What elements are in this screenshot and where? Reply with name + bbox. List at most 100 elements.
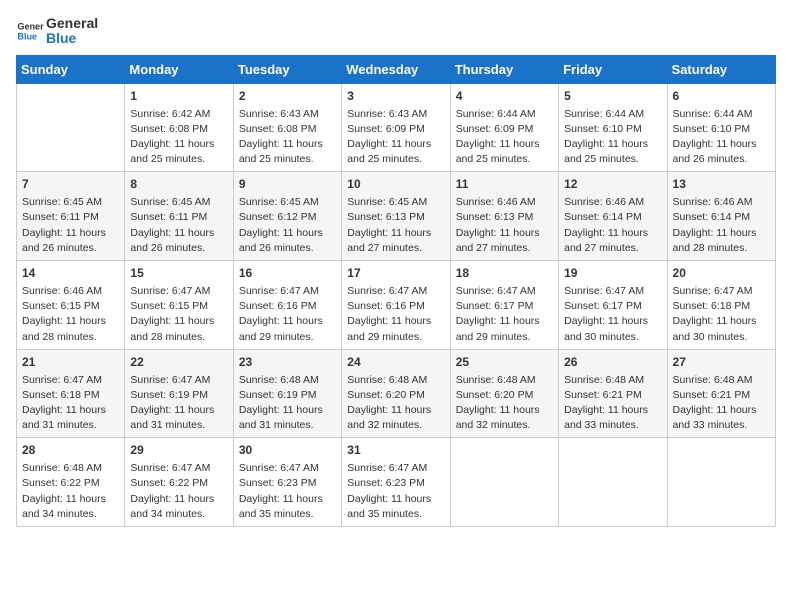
day-info: Sunrise: 6:46 AMSunset: 6:13 PMDaylight:… [456,195,553,256]
day-number: 19 [564,265,661,282]
day-number: 6 [673,88,770,105]
day-cell: 25 Sunrise: 6:48 AMSunset: 6:20 PMDayligh… [450,349,558,438]
day-info: Sunrise: 6:47 AMSunset: 6:16 PMDaylight:… [347,284,444,345]
day-number: 2 [239,88,336,105]
logo-icon: General Blue [16,17,44,45]
day-cell [450,438,558,527]
day-number: 30 [239,442,336,459]
svg-text:Blue: Blue [17,32,37,42]
day-cell [559,438,667,527]
day-info: Sunrise: 6:47 AMSunset: 6:15 PMDaylight:… [130,284,227,345]
day-info: Sunrise: 6:48 AMSunset: 6:20 PMDaylight:… [456,373,553,434]
day-cell: 29Sunrise: 6:47 AMSunset: 6:22 PMDayligh… [125,438,233,527]
day-cell: 8 Sunrise: 6:45 AMSunset: 6:11 PMDaylight… [125,172,233,261]
header-day-sunday: Sunday [17,55,125,83]
day-cell: 17 Sunrise: 6:47 AMSunset: 6:16 PMDayligh… [342,261,450,350]
day-cell: 13Sunrise: 6:46 AMSunset: 6:14 PMDayligh… [667,172,775,261]
day-cell [667,438,775,527]
day-number: 4 [456,88,553,105]
day-cell: 20 Sunrise: 6:47 AMSunset: 6:18 PMDayligh… [667,261,775,350]
day-number: 21 [22,354,119,371]
day-number: 7 [22,176,119,193]
week-row-2: 7 Sunrise: 6:45 AMSunset: 6:11 PMDaylight… [17,172,776,261]
header-day-saturday: Saturday [667,55,775,83]
day-info: Sunrise: 6:46 AMSunset: 6:14 PMDaylight:… [564,195,661,256]
week-row-4: 21 Sunrise: 6:47 AMSunset: 6:18 PMDayligh… [17,349,776,438]
day-number: 26 [564,354,661,371]
header-day-thursday: Thursday [450,55,558,83]
day-info: Sunrise: 6:47 AMSunset: 6:18 PMDaylight:… [673,284,770,345]
day-cell: 21 Sunrise: 6:47 AMSunset: 6:18 PMDayligh… [17,349,125,438]
calendar-table: SundayMondayTuesdayWednesdayThursdayFrid… [16,55,776,527]
day-info: Sunrise: 6:47 AMSunset: 6:16 PMDaylight:… [239,284,336,345]
day-info: Sunrise: 6:43 AMSunset: 6:09 PMDaylight:… [347,107,444,168]
day-info: Sunrise: 6:48 AMSunset: 6:19 PMDaylight:… [239,373,336,434]
day-cell: 14Sunrise: 6:46 AMSunset: 6:15 PMDayligh… [17,261,125,350]
day-cell: 22Sunrise: 6:47 AMSunset: 6:19 PMDayligh… [125,349,233,438]
day-number: 29 [130,442,227,459]
day-number: 12 [564,176,661,193]
day-cell: 23 Sunrise: 6:48 AMSunset: 6:19 PMDayligh… [233,349,341,438]
day-info: Sunrise: 6:44 AMSunset: 6:10 PMDaylight:… [564,107,661,168]
header-day-wednesday: Wednesday [342,55,450,83]
day-cell: 3 Sunrise: 6:43 AMSunset: 6:09 PMDaylight… [342,83,450,172]
day-number: 14 [22,265,119,282]
day-number: 5 [564,88,661,105]
calendar-header-row: SundayMondayTuesdayWednesdayThursdayFrid… [17,55,776,83]
day-info: Sunrise: 6:45 AMSunset: 6:12 PMDaylight:… [239,195,336,256]
day-cell: 1 Sunrise: 6:42 AMSunset: 6:08 PMDaylight… [125,83,233,172]
day-cell: 27Sunrise: 6:48 AMSunset: 6:21 PMDayligh… [667,349,775,438]
day-number: 3 [347,88,444,105]
day-number: 10 [347,176,444,193]
day-info: Sunrise: 6:46 AMSunset: 6:14 PMDaylight:… [673,195,770,256]
day-info: Sunrise: 6:48 AMSunset: 6:22 PMDaylight:… [22,461,119,522]
day-info: Sunrise: 6:44 AMSunset: 6:10 PMDaylight:… [673,107,770,168]
day-cell: 4Sunrise: 6:44 AMSunset: 6:09 PMDaylight… [450,83,558,172]
day-cell: 30Sunrise: 6:47 AMSunset: 6:23 PMDayligh… [233,438,341,527]
logo: General Blue General Blue [16,16,98,47]
day-info: Sunrise: 6:45 AMSunset: 6:11 PMDaylight:… [130,195,227,256]
day-info: Sunrise: 6:47 AMSunset: 6:17 PMDaylight:… [456,284,553,345]
day-info: Sunrise: 6:45 AMSunset: 6:11 PMDaylight:… [22,195,119,256]
header-day-monday: Monday [125,55,233,83]
day-number: 31 [347,442,444,459]
day-number: 1 [130,88,227,105]
day-info: Sunrise: 6:48 AMSunset: 6:21 PMDaylight:… [673,373,770,434]
day-info: Sunrise: 6:43 AMSunset: 6:08 PMDaylight:… [239,107,336,168]
day-cell: 5 Sunrise: 6:44 AMSunset: 6:10 PMDaylight… [559,83,667,172]
day-cell: 26 Sunrise: 6:48 AMSunset: 6:21 PMDayligh… [559,349,667,438]
day-number: 24 [347,354,444,371]
day-cell: 31 Sunrise: 6:47 AMSunset: 6:23 PMDayligh… [342,438,450,527]
day-number: 9 [239,176,336,193]
day-info: Sunrise: 6:47 AMSunset: 6:17 PMDaylight:… [564,284,661,345]
day-cell: 9 Sunrise: 6:45 AMSunset: 6:12 PMDaylight… [233,172,341,261]
day-cell: 24Sunrise: 6:48 AMSunset: 6:20 PMDayligh… [342,349,450,438]
page-header: General Blue General Blue [16,16,776,47]
day-cell: 7 Sunrise: 6:45 AMSunset: 6:11 PMDaylight… [17,172,125,261]
day-cell: 12 Sunrise: 6:46 AMSunset: 6:14 PMDayligh… [559,172,667,261]
week-row-5: 28 Sunrise: 6:48 AMSunset: 6:22 PMDayligh… [17,438,776,527]
day-number: 11 [456,176,553,193]
day-number: 16 [239,265,336,282]
day-cell: 11 Sunrise: 6:46 AMSunset: 6:13 PMDayligh… [450,172,558,261]
day-number: 20 [673,265,770,282]
day-cell: 16 Sunrise: 6:47 AMSunset: 6:16 PMDayligh… [233,261,341,350]
day-info: Sunrise: 6:47 AMSunset: 6:18 PMDaylight:… [22,373,119,434]
day-info: Sunrise: 6:42 AMSunset: 6:08 PMDaylight:… [130,107,227,168]
header-day-friday: Friday [559,55,667,83]
day-number: 8 [130,176,227,193]
day-number: 28 [22,442,119,459]
day-number: 22 [130,354,227,371]
day-cell: 2 Sunrise: 6:43 AMSunset: 6:08 PMDaylight… [233,83,341,172]
day-cell: 6 Sunrise: 6:44 AMSunset: 6:10 PMDaylight… [667,83,775,172]
day-number: 25 [456,354,553,371]
day-cell: 15Sunrise: 6:47 AMSunset: 6:15 PMDayligh… [125,261,233,350]
day-cell [17,83,125,172]
day-info: Sunrise: 6:48 AMSunset: 6:21 PMDaylight:… [564,373,661,434]
day-cell: 18Sunrise: 6:47 AMSunset: 6:17 PMDayligh… [450,261,558,350]
day-number: 23 [239,354,336,371]
header-day-tuesday: Tuesday [233,55,341,83]
day-info: Sunrise: 6:47 AMSunset: 6:23 PMDaylight:… [347,461,444,522]
day-info: Sunrise: 6:45 AMSunset: 6:13 PMDaylight:… [347,195,444,256]
day-number: 17 [347,265,444,282]
